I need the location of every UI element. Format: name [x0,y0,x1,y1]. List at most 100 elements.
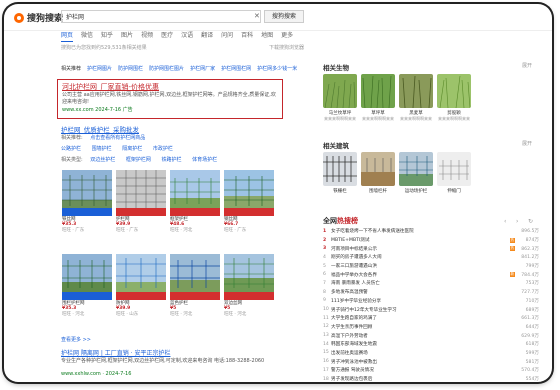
prev-arrow-icon[interactable]: ‹ [504,218,506,225]
product-image[interactable] [224,170,274,216]
related-build-expand[interactable]: 展开 [522,140,532,147]
hot-list-item[interactable]: 6 福品中学举办大会各界新 784.4万 [323,270,539,279]
related-tag[interactable]: 防护网围栏 [118,65,143,72]
hot-list-item[interactable]: 2 MBTIE+MBTI测试热 874万 [323,236,539,245]
hot-list-item[interactable]: 11 大学生跑自家的鸡满了 661.3万 [323,314,539,323]
product-image[interactable] [62,170,112,216]
hot-list-item[interactable]: 17 警方通报 驾驶员情况 570.4万 [323,366,539,375]
shopping-chip[interactable]: 隔离护栏 [122,146,142,152]
shopping-all-link[interactable]: 点击查看所有护栏网商品 [90,135,145,141]
next-arrow-icon[interactable]: › [516,218,518,225]
hot-list-item[interactable]: 4 刚买的房子遭遇多人大闹 841.2万 [323,253,539,262]
hot-text[interactable]: 男子骑行中12年大专毕业生学习 [331,307,515,313]
tab-web[interactable]: 网页 [61,30,74,42]
shopping-result-title[interactable]: 护栏网_优质护栏_采购批发 [61,124,139,134]
hot-text[interactable]: MBTIE+MBTI测试 [331,237,508,243]
hot-text[interactable]: 111岁中学毕业经验分享 [331,298,515,304]
related-build-name[interactable]: 围墙栏杆 [360,188,396,194]
hot-text[interactable]: 多地发布高温预警 [331,289,515,295]
hot-text[interactable]: 海南 暴雨暴发 人员伤亡 [331,280,515,286]
tab-map[interactable]: 地图 [261,30,273,42]
more-products-link[interactable]: 查看更多 >> [61,336,91,343]
related-build-name[interactable]: 铁栅栏 [322,188,358,194]
tab-hanyu[interactable]: 汉语 [181,30,193,42]
hot-text[interactable]: 韩国东部海域发生地震 [331,341,515,347]
hot-text[interactable]: 大学生亲历事件回顾 [331,324,515,330]
hot-text[interactable]: 出发前往奥运赛场 [331,350,515,356]
hot-list-item[interactable]: 14 韩国东部海域发生地震 618万 [323,340,539,349]
related-tag[interactable]: 护栏网图片 [87,65,112,72]
hot-text[interactable]: 男子冲到泳池中被救出 [331,359,515,365]
related-build-name[interactable]: 伸缩门 [436,188,472,194]
product-image[interactable] [116,170,166,216]
hot-text[interactable]: 大学生跑自家的鸡满了 [331,315,515,321]
hot-list-item[interactable]: 18 男子发现路边包裹后 554万 [323,375,539,382]
shopping-chip[interactable]: 框架护栏网 [126,157,151,163]
hot-text[interactable]: 刚买的房子遭遇多人大闹 [331,254,515,260]
shopping-chip[interactable]: 铁路护栏 [162,157,182,163]
product-image[interactable] [224,254,274,300]
shopping-chip[interactable]: 双边丝护栏 [90,157,115,163]
hot-list-item[interactable]: 8 多地发布高温预警 727.7万 [323,288,539,297]
hot-text[interactable]: 女子吃着烧烤一下不省人事发病送往医院 [331,228,515,234]
hot-list-item[interactable]: 16 男子冲到泳池中被救出 581万 [323,357,539,366]
hot-text[interactable]: 男子发现路边包裹后 [331,376,515,382]
hot-text[interactable]: 河南项目中标结果公示 [331,246,508,252]
result2-title[interactable]: 护栏网 隔离网 | 工厂直销 · 安平正宗护栏 [61,348,170,357]
related-build-name[interactable]: 运动场护栏 [398,188,434,194]
related-build-image[interactable] [399,152,433,186]
hot-text[interactable]: 警方通报 驾驶员情况 [331,367,515,373]
result2[interactable]: 护栏网 隔离网 | 工厂直销 · 安平正宗护栏 [61,348,170,357]
shopping-chip[interactable]: 市政护栏 [153,146,173,152]
hot-list-item[interactable]: 12 大学生亲历事件回顾 644万 [323,323,539,332]
product-card[interactable]: 双边丝网 ¥5 旺旺 · 河北 [224,254,274,332]
related-build-image[interactable] [323,152,357,186]
more-products-text[interactable]: 查看更多 >> [61,337,91,343]
ad-result-highlighted[interactable]: 河北护栏网_厂家直销-价格优惠 公司主营 aa应用护栏网,铁丝网,钢筋网,护栏网… [57,79,283,119]
hot-list-item[interactable]: 9 111岁中学毕业经验分享 710万 [323,297,539,306]
tab-wenwen[interactable]: 问问 [221,30,233,42]
tab-zhihu[interactable]: 知乎 [101,30,113,42]
product-card[interactable]: 钢丝网 ¥66.7 旺旺 · 广东 [224,170,274,248]
search-button[interactable]: 搜狗搜索 [264,10,304,23]
related-tag[interactable]: 防护网围栏图片 [149,65,184,72]
tab-images[interactable]: 图片 [121,30,133,42]
related-bio-image[interactable] [437,74,471,108]
close-icon[interactable]: ✕ [254,12,260,20]
product-image[interactable] [62,254,112,300]
hot-text[interactable]: 一家三口旅游遭遇山洪 [331,263,515,269]
refresh-icon[interactable]: ↻ [528,218,533,225]
tab-medical[interactable]: 医疗 [161,30,173,42]
related-bio-image[interactable] [399,74,433,108]
shopping-chip[interactable]: 体育场护栏 [192,157,217,163]
search-input[interactable]: 护栏网 [61,10,261,23]
hot-list-item[interactable]: 10 男子骑行中12年大专毕业生学习 689万 [323,305,539,314]
tab-wechat[interactable]: 微信 [81,30,93,42]
product-card[interactable]: 护栏网 ¥39.9 旺旺 · 广东 [116,170,166,248]
hot-list-item[interactable]: 13 高温下户外劳动者 629.9万 [323,331,539,340]
product-image[interactable] [116,254,166,300]
hot-list-item[interactable]: 1 女子吃着烧烤一下不省人事发病送往医院 896.5万 [323,227,539,236]
related-build-image[interactable] [361,152,395,186]
hot-list-item[interactable]: 15 出发前往奥运赛场 599万 [323,349,539,358]
product-card[interactable]: 框架护栏 ¥48.6 旺旺 · 河北 [170,170,220,248]
product-card[interactable]: 防护网 ¥39.9 旺旺 · 山东 [116,254,166,332]
tab-video[interactable]: 视频 [141,30,153,42]
hot-text[interactable]: 福品中学举办大会各界 [331,272,508,278]
hot-list-item[interactable]: 3 河南项目中标结果公示热 862.3万 [323,244,539,253]
related-bio-expand[interactable]: 展开 [522,62,532,69]
hot-list-item[interactable]: 5 一家三口旅游遭遇山洪 799万 [323,262,539,271]
download-browser-link[interactable]: 下载搜狗浏览器 [269,44,304,51]
tab-more[interactable]: 更多 [281,30,293,42]
product-card[interactable]: 围栏护栏网 ¥35.3 旺旺 · 河北 [62,254,112,332]
ad-result-title[interactable]: 河北护栏网_厂家直销-价格优惠 [62,82,278,92]
product-card[interactable]: 蓝色护栏 ¥5 旺旺 · 河北 [170,254,220,332]
hot-list-item[interactable]: 7 海南 暴雨暴发 人员伤亡 753万 [323,279,539,288]
related-bio-image[interactable] [361,74,395,108]
related-tag[interactable]: 护栏网厂家 [190,65,215,72]
hot-text[interactable]: 高温下户外劳动者 [331,333,515,339]
shopping-chip[interactable]: 围墙护栏 [92,146,112,152]
related-tag[interactable]: 护栏网多少钱一米 [257,65,297,72]
related-bio-image[interactable] [323,74,357,108]
related-build-image[interactable] [437,152,471,186]
